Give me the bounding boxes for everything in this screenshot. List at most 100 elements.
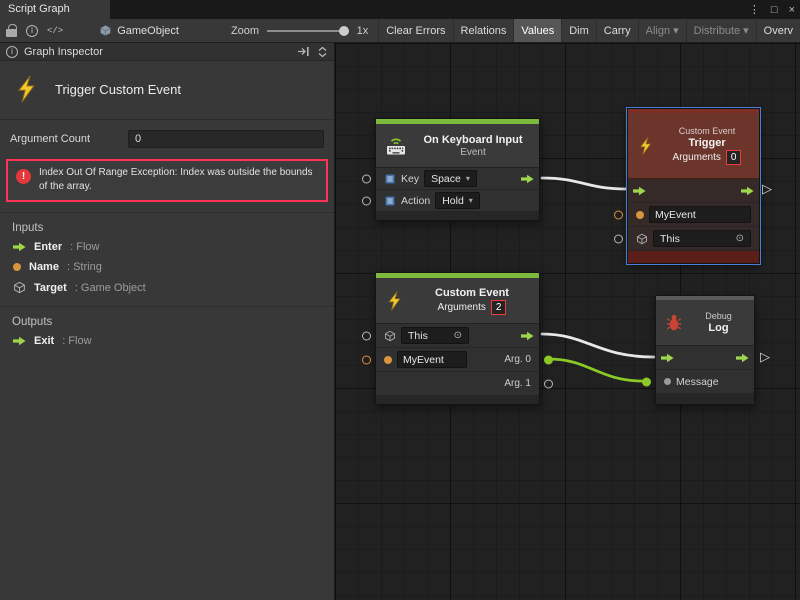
port-key-input[interactable] [362,174,371,183]
code-icon[interactable]: </> [47,19,63,43]
keyboard-icon [384,134,408,158]
graph-inspector-header: i Graph Inspector [0,43,334,61]
node-trigger-custom-event[interactable]: Custom Event Trigger Arguments 0 [627,108,760,264]
flow-output-port[interactable] [521,331,534,341]
arg1-label: Arg. 1 [504,378,531,389]
port-message-input[interactable] [642,377,651,386]
message-label: Message [676,376,719,388]
node-debug-log[interactable]: Debug Log Message [655,295,755,405]
flow-output-port[interactable] [521,174,534,184]
window-menu-icon[interactable]: ⋮ [749,3,760,16]
relations-button[interactable]: Relations [453,19,514,43]
close-icon[interactable]: × [789,4,795,16]
unity-visual-scripting-window: Script Graph ⋮ □ × i </> GameObject Zoom… [0,0,800,600]
port-trigger-target-input[interactable] [614,234,623,243]
key-label: Key [401,173,419,185]
object-picker-icon[interactable]: ⊙ [454,330,462,341]
flow-arrow-icon [13,242,26,252]
flow-output-port[interactable] [741,186,754,196]
lock-icon[interactable] [0,19,17,43]
distribute-button[interactable]: Distribute▾ [686,19,756,43]
string-port-icon [13,263,21,271]
node-title: On Keyboard Input [424,134,523,146]
target-object-field[interactable]: This ⊙ [401,327,469,344]
arguments-label: Arguments [438,302,486,313]
flow-continue-icon: ▷ [762,182,772,195]
flow-input-port[interactable] [661,353,674,363]
maximize-icon[interactable]: □ [771,4,778,16]
values-button[interactable]: Values [513,19,561,43]
enum-icon [384,173,396,185]
event-name-input[interactable] [649,206,751,223]
outputs-heading: Outputs [0,306,334,331]
carry-button[interactable]: Carry [596,19,638,43]
wire-event-to-log [542,334,654,357]
error-icon: ! [16,169,31,184]
port-event-target-input[interactable] [362,331,371,340]
info-icon[interactable]: i [26,19,38,43]
flow-continue-icon: ▷ [760,350,770,363]
lightning-bolt-icon [636,136,656,156]
flow-arrow-icon [661,353,674,363]
inputs-heading: Inputs [0,212,334,237]
node-custom-event[interactable]: Custom Event Arguments 2 This ⊙ [375,272,540,405]
overview-button[interactable]: Overv [756,19,800,43]
argument-count-label: Argument Count [10,133,128,145]
input-row-enter: Enter : Flow [0,237,334,257]
chevron-down-icon: ▾ [743,24,749,37]
zoom-slider[interactable] [267,30,349,32]
action-row: Action Hold ▾ [376,190,539,212]
dim-button[interactable]: Dim [561,19,596,43]
flow-arrow-icon [736,353,749,363]
event-name-input[interactable] [397,351,467,368]
node-footer [376,212,539,220]
clear-errors-button[interactable]: Clear Errors [378,19,452,43]
tab-script-graph[interactable]: Script Graph [0,0,110,19]
string-port-icon [384,356,392,364]
graph-inspector-title: Graph Inspector [24,46,103,58]
graph-toolbar: i </> GameObject Zoom 1x Clear Errors Re… [0,19,800,43]
node-header: Debug Log [656,300,754,346]
port-trigger-name-input[interactable] [614,210,623,219]
flow-row [656,346,754,370]
flow-arrow-icon [633,186,646,196]
string-port-icon [636,211,644,219]
chevron-down-icon: ▾ [469,196,473,205]
align-button[interactable]: Align▾ [638,19,686,43]
zoom-slider-handle[interactable] [339,26,349,36]
object-picker-icon[interactable]: ⊙ [736,233,744,244]
node-subtitle: Event [460,147,486,158]
port-arg1-output[interactable] [544,379,553,388]
arguments-count-badge: 2 [491,300,507,315]
dock-icon[interactable] [297,46,310,57]
node-on-keyboard-input[interactable]: On Keyboard Input Event Key Space ▾ [375,118,540,221]
port-action-input[interactable] [362,196,371,205]
node-title: Trigger [688,137,725,149]
arg1-row: Arg. 1 [376,372,539,396]
arg0-label: Arg. 0 [504,354,531,365]
gameobject-selector[interactable]: GameObject [117,25,179,37]
node-footer-error [628,251,759,263]
key-dropdown[interactable]: Space ▾ [424,170,477,187]
event-name-row [628,203,759,227]
expand-collapse-icon[interactable] [317,46,328,58]
argument-count-input[interactable] [128,130,324,148]
target-object-field[interactable]: This ⊙ [653,230,751,247]
gameobject-icon [99,19,112,43]
node-category: Debug [705,311,732,321]
lightning-bolt-icon [384,290,406,312]
port-arg0-output[interactable] [544,355,553,364]
cube-icon [636,233,648,245]
graph-canvas[interactable]: On Keyboard Input Event Key Space ▾ [335,43,800,600]
flow-input-port[interactable] [633,186,646,196]
info-icon: i [6,46,18,58]
tab-bar: Script Graph ⋮ □ × [0,0,800,19]
target-row: This ⊙ [628,227,759,251]
chevron-down-icon: ▾ [673,24,679,37]
cube-icon [13,281,26,294]
flow-output-port[interactable] [736,353,749,363]
target-row: This ⊙ [376,324,539,348]
error-message: Index Out Of Range Exception: Index was … [39,166,318,194]
action-dropdown[interactable]: Hold ▾ [435,192,480,209]
port-event-name-input[interactable] [362,355,371,364]
